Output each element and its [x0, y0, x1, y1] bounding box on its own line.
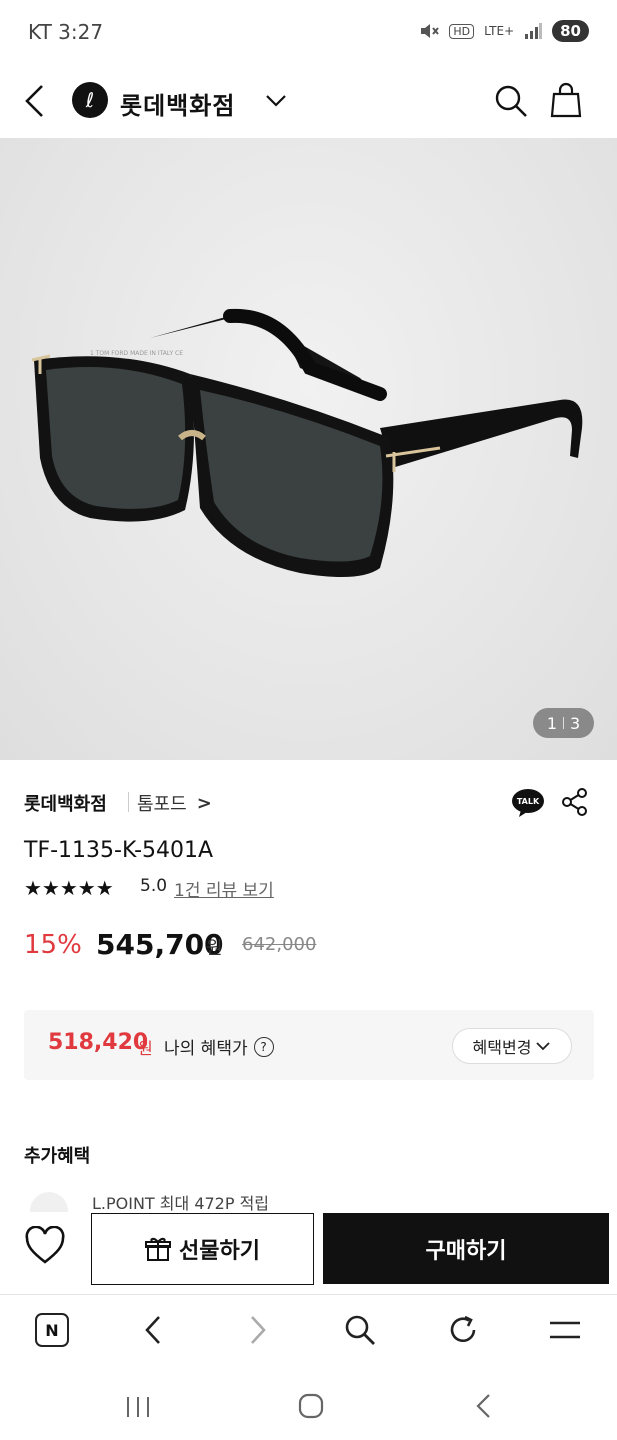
original-price: 642,000	[242, 934, 317, 955]
image-counter-total: 3	[570, 713, 581, 733]
benefit-label: 나의 혜택가 ?	[164, 1034, 274, 1059]
gift-icon	[145, 1237, 172, 1261]
search-icon[interactable]	[493, 83, 529, 119]
sale-price: 545,700	[96, 928, 224, 961]
heart-icon[interactable]	[24, 1226, 66, 1266]
buy-button[interactable]: 구매하기	[323, 1213, 609, 1284]
rating-value: 5.0	[140, 876, 168, 896]
change-benefit-label: 혜택변경	[472, 1038, 532, 1057]
battery-indicator: 80	[552, 20, 589, 42]
status-bar: KT 3:27 HD LTE+ 80	[0, 0, 617, 66]
browser-search-button[interactable]	[340, 1310, 380, 1350]
store-logo[interactable]: ℓ	[72, 82, 108, 118]
star-rating-icon: ★★★★★	[24, 876, 114, 900]
review-link[interactable]: 1건 리뷰 보기	[174, 876, 274, 901]
benefit-price: 518,420	[48, 1030, 149, 1055]
chevron-right-icon: >	[196, 792, 212, 814]
brand-link[interactable]: 톰포드 >	[137, 790, 212, 816]
browser-refresh-button[interactable]	[443, 1310, 483, 1350]
extra-benefits-title: 추가혜택	[24, 1146, 91, 1167]
signal-icon	[525, 23, 543, 39]
price-currency: 원	[206, 938, 223, 959]
divider	[128, 792, 129, 812]
browser-back-button[interactable]	[133, 1310, 173, 1350]
recent-apps-icon[interactable]	[124, 1394, 152, 1420]
lpoint-benefit[interactable]: L.POINT 최대 472P 적립	[92, 1190, 269, 1212]
buy-button-label: 구매하기	[425, 1238, 507, 1264]
hd-badge: HD	[449, 23, 475, 39]
svg-text:1 TOM FORD MADE IN ITALY CE: 1 TOM FORD MADE IN ITALY CE	[90, 350, 183, 357]
back-arrow-icon	[145, 1316, 160, 1344]
talk-label: TALK	[517, 797, 540, 806]
product-model: TF-1135-K-5401A	[24, 838, 214, 863]
search-icon	[345, 1315, 375, 1345]
brand-name: 톰포드	[137, 794, 187, 815]
forward-arrow-icon	[251, 1316, 266, 1344]
mute-icon	[421, 24, 440, 38]
product-image-gallery[interactable]: 1 TOM FORD MADE IN ITALY CE	[0, 138, 617, 760]
image-counter-current: 1	[546, 713, 557, 733]
refresh-icon	[450, 1315, 476, 1343]
change-benefit-button[interactable]: 혜택변경	[452, 1028, 572, 1064]
status-icons: HD LTE+ 80	[419, 20, 589, 42]
browser-toolbar	[0, 1294, 617, 1369]
naver-icon: N	[35, 1313, 69, 1347]
discount-rate: 15%	[24, 930, 82, 960]
gift-button[interactable]: 선물하기	[91, 1213, 314, 1285]
network-label: LTE+	[484, 24, 515, 38]
sunglasses-image: 1 TOM FORD MADE IN ITALY CE	[31, 308, 583, 577]
store-logo-letter: ℓ	[85, 88, 95, 112]
help-icon[interactable]: ?	[253, 1036, 274, 1057]
image-counter: 1 3	[533, 708, 594, 738]
browser-menu-button[interactable]	[545, 1310, 585, 1350]
chevron-down-icon[interactable]	[264, 90, 288, 110]
gift-button-label: 선물하기	[179, 1239, 260, 1264]
seller-name[interactable]: 롯데백화점	[24, 790, 107, 816]
image-counter-divider	[563, 717, 564, 729]
shopping-bag-icon[interactable]	[550, 82, 582, 118]
store-name[interactable]: 롯데백화점	[120, 86, 235, 121]
status-time: KT 3:27	[28, 20, 104, 44]
system-back-icon[interactable]	[472, 1392, 496, 1420]
browser-forward-button[interactable]	[238, 1310, 278, 1350]
home-icon[interactable]	[297, 1392, 325, 1420]
benefit-currency: 원	[138, 1039, 153, 1058]
naver-home-button[interactable]: N	[32, 1310, 72, 1350]
share-icon[interactable]	[560, 787, 590, 817]
benefit-label-text: 나의 혜택가	[164, 1039, 248, 1059]
chevron-down-icon	[536, 1042, 551, 1051]
chevron-left-icon[interactable]	[22, 84, 48, 118]
talk-chat-icon[interactable]: TALK	[511, 788, 545, 818]
battery-level: 80	[560, 22, 581, 40]
hamburger-menu-icon	[550, 1321, 580, 1339]
